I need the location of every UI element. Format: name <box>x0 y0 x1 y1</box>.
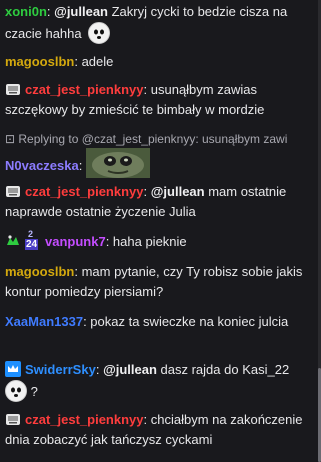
chat-message: czat_jest_pienknyy: @jullean mam ostatni… <box>5 182 309 222</box>
colon: : <box>78 158 86 173</box>
username[interactable]: SwiderrSky <box>25 362 96 377</box>
reply-icon: ⊡ <box>5 132 19 146</box>
reply-text: Replying to @czat_jest_pienknyy: usunąłb… <box>18 132 288 146</box>
24-month-badge[interactable]: 2 24 <box>25 229 41 250</box>
username[interactable]: magooslbn <box>5 54 74 69</box>
ghost-face-emote[interactable] <box>88 22 111 44</box>
reply-context[interactable]: ⊡ Replying to @czat_jest_pienknyy: usuną… <box>5 130 309 148</box>
username[interactable]: vanpunk7 <box>45 234 106 249</box>
username[interactable]: XaaMan1337 <box>5 314 83 329</box>
colon: : <box>74 54 82 69</box>
username[interactable]: czat_jest_pienknyy <box>25 82 144 97</box>
message-text: haha pieknie <box>112 234 187 249</box>
colon: : <box>105 234 113 249</box>
colon: : <box>143 184 151 199</box>
green-hand-badge[interactable] <box>5 233 21 249</box>
gift-badge-icon[interactable] <box>5 183 21 199</box>
ghost-face-emote[interactable] <box>5 380 27 402</box>
colon: : <box>143 412 151 427</box>
message-tail: ? <box>30 384 38 399</box>
username[interactable]: N0vaczeska <box>5 158 79 173</box>
gift-badge-icon[interactable] <box>5 411 21 427</box>
gift-badge-icon[interactable] <box>5 81 21 97</box>
mention[interactable]: @jullean <box>151 184 205 199</box>
colon: : <box>143 82 151 97</box>
message-text: pokaz ta swieczke na koniec julcia <box>90 314 289 329</box>
username[interactable]: magooslbn <box>5 264 74 279</box>
badge-bottom-number: 24 <box>25 239 39 250</box>
chat-message: 2 24 vanpunk7: haha pieknie <box>5 229 309 252</box>
badge-top-number: 2 <box>28 229 34 239</box>
colon: : <box>74 264 82 279</box>
chat-message: XaaMan1337: pokaz ta swieczke na koniec … <box>5 312 309 332</box>
mention[interactable]: @jullean <box>54 4 108 19</box>
chat-message: czat_jest_pienknyy: chciałbym na zakończ… <box>5 410 309 450</box>
colon: : <box>95 362 104 377</box>
chat-message: magooslbn: mam pytanie, czy Ty robisz so… <box>5 262 309 302</box>
crown-badge-icon[interactable] <box>5 361 21 377</box>
message-text: adele <box>81 54 114 69</box>
chat-message: czat_jest_pienknyy: usunąłbym zawias szc… <box>5 80 309 120</box>
username[interactable]: xoni0n <box>5 4 47 19</box>
username[interactable]: czat_jest_pienknyy <box>25 184 144 199</box>
creature-emote[interactable] <box>85 148 150 178</box>
message-text: dasz rajda do Kasi_22 <box>156 362 290 377</box>
chat-message: N0vaczeska: <box>5 148 309 178</box>
chat-message: SwiderrSky: @jullean dasz rajda do Kasi_… <box>5 360 309 402</box>
username[interactable]: czat_jest_pienknyy <box>25 412 144 427</box>
mention[interactable]: @jullean <box>103 362 157 377</box>
chat-list: xoni0n: @jullean Zakryj cycki to bedzie … <box>0 0 318 462</box>
chat-message: magooslbn: adele <box>5 52 309 72</box>
chat-message: xoni0n: @jullean Zakryj cycki to bedzie … <box>5 2 309 44</box>
